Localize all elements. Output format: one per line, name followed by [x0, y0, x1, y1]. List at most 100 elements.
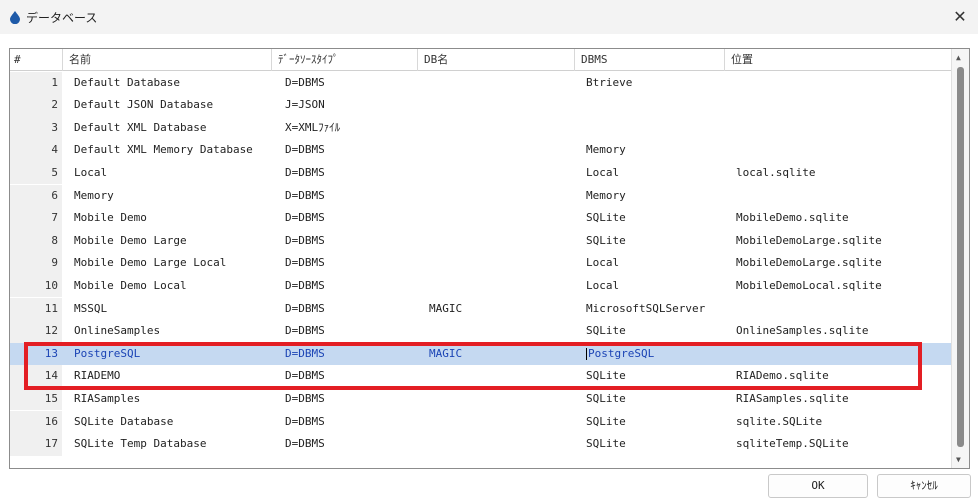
cell-name[interactable]: Default XML Database	[74, 117, 206, 140]
cell-name[interactable]: SQLite Database	[74, 411, 173, 434]
cell-row-number: 12	[10, 320, 62, 343]
cancel-button[interactable]: ｷｬﾝｾﾙ	[877, 474, 971, 498]
cell-dbms[interactable]: Local	[586, 252, 619, 275]
table-row[interactable]: 14 RIADEMO D=DBMS SQLite RIADemo.sqlite	[10, 365, 952, 388]
cell-name[interactable]: SQLite Temp Database	[74, 433, 206, 456]
cell-location[interactable]: RIADemo.sqlite	[736, 365, 829, 388]
cell-dbms[interactable]: MicrosoftSQLServer	[586, 298, 705, 321]
close-icon[interactable]: ✕	[942, 0, 978, 34]
cell-datasource-type[interactable]: D=DBMS	[285, 388, 325, 411]
cell-datasource-type[interactable]: X=XMLﾌｧｲﾙ	[285, 117, 340, 140]
table-row[interactable]: 13 PostgreSQL D=DBMS MAGIC PostgreSQL	[10, 342, 952, 366]
table-row[interactable]: 11 MSSQL D=DBMS MAGIC MicrosoftSQLServer	[10, 297, 952, 321]
table-row[interactable]: 7 Mobile Demo D=DBMS SQLite MobileDemo.sqlit…	[10, 207, 952, 230]
cell-datasource-type[interactable]: D=DBMS	[285, 230, 325, 253]
vertical-scrollbar[interactable]: ▲ ▼	[951, 49, 969, 468]
table-row[interactable]: 15 RIASamples D=DBMS SQLite RIASamples.sqlit…	[10, 387, 952, 411]
cell-datasource-type[interactable]: D=DBMS	[285, 252, 325, 275]
cell-datasource-type[interactable]: J=JSON	[285, 94, 325, 117]
column-header-datasource-type[interactable]: ﾃﾞｰﾀｿｰｽﾀｲﾌﾟ	[271, 49, 417, 71]
cell-db-name[interactable]: MAGIC	[429, 298, 462, 321]
cell-row-number: 15	[10, 387, 62, 411]
table-row[interactable]: 9 Mobile Demo Large Local D=DBMS Local Mobil…	[10, 252, 952, 275]
scrollbar-thumb[interactable]	[957, 67, 964, 447]
cell-name[interactable]: Memory	[74, 185, 114, 208]
cell-location[interactable]: MobileDemo.sqlite	[736, 207, 849, 230]
scroll-down-arrow-icon[interactable]: ▼	[956, 455, 961, 464]
cell-dbms[interactable]: SQLite	[586, 230, 626, 253]
cell-location[interactable]: OnlineSamples.sqlite	[736, 320, 868, 343]
cell-dbms[interactable]: SQLite	[586, 433, 626, 456]
cell-row-number: 2	[10, 94, 62, 117]
table-row[interactable]: 4 Default XML Memory Database D=DBMS Memory	[10, 139, 952, 162]
cell-name[interactable]: PostgreSQL	[74, 343, 140, 366]
cell-datasource-type[interactable]: D=DBMS	[285, 343, 325, 366]
cell-name[interactable]: Default Database	[74, 72, 180, 95]
cell-location[interactable]: MobileDemoLocal.sqlite	[736, 275, 882, 298]
cell-location[interactable]: sqliteTemp.SQLite	[736, 433, 849, 456]
cell-dbms[interactable]: Local	[586, 162, 619, 185]
cell-datasource-type[interactable]: D=DBMS	[285, 365, 325, 388]
cell-row-number: 9	[10, 252, 62, 275]
cell-datasource-type[interactable]: D=DBMS	[285, 207, 325, 230]
cell-datasource-type[interactable]: D=DBMS	[285, 433, 325, 456]
cell-datasource-type[interactable]: D=DBMS	[285, 185, 325, 208]
cell-location[interactable]: local.sqlite	[736, 162, 815, 185]
column-header-db-name[interactable]: DB名	[417, 49, 574, 71]
cell-name[interactable]: RIADEMO	[74, 365, 120, 388]
cell-datasource-type[interactable]: D=DBMS	[285, 72, 325, 95]
table-row[interactable]: 2 Default JSON Database J=JSON	[10, 94, 952, 117]
cell-name[interactable]: Mobile Demo Large	[74, 230, 187, 253]
cell-location[interactable]: MobileDemoLarge.sqlite	[736, 230, 882, 253]
table-row[interactable]: 16 SQLite Database D=DBMS SQLite sqlite.SQLi…	[10, 410, 952, 434]
text-cursor	[586, 347, 587, 360]
column-header-name[interactable]: 名前	[62, 49, 271, 71]
cell-name[interactable]: Local	[74, 162, 107, 185]
cell-row-number: 13	[10, 342, 62, 366]
cell-row-number: 11	[10, 297, 62, 321]
cell-name[interactable]: Mobile Demo Local	[74, 275, 187, 298]
cell-dbms[interactable]: Local	[586, 275, 619, 298]
table-row[interactable]: 8 Mobile Demo Large D=DBMS SQLite MobileDemo…	[10, 229, 952, 253]
table-row[interactable]: 10 Mobile Demo Local D=DBMS Local MobileDemo…	[10, 274, 952, 298]
cell-row-number: 5	[10, 161, 62, 185]
cell-datasource-type[interactable]: D=DBMS	[285, 298, 325, 321]
cell-dbms[interactable]: SQLite	[586, 411, 626, 434]
cell-location[interactable]: RIASamples.sqlite	[736, 388, 849, 411]
cell-dbms[interactable]: SQLite	[586, 365, 626, 388]
table-row[interactable]: 17 SQLite Temp Database D=DBMS SQLite sqlite…	[10, 433, 952, 456]
cell-name[interactable]: MSSQL	[74, 298, 107, 321]
table-row[interactable]: 5 Local D=DBMS Local local.sqlite	[10, 161, 952, 185]
cell-dbms[interactable]: Memory	[586, 139, 626, 162]
cell-name[interactable]: Mobile Demo Large Local	[74, 252, 226, 275]
cell-dbms[interactable]: SQLite	[586, 207, 626, 230]
cell-datasource-type[interactable]: D=DBMS	[285, 411, 325, 434]
table-row[interactable]: 1 Default Database D=DBMS Btrieve	[10, 71, 952, 95]
column-header-dbms[interactable]: DBMS	[574, 49, 724, 71]
cell-name[interactable]: OnlineSamples	[74, 320, 160, 343]
cell-dbms[interactable]: PostgreSQL	[586, 343, 654, 366]
column-header-number[interactable]: #	[10, 49, 62, 71]
cell-datasource-type[interactable]: D=DBMS	[285, 162, 325, 185]
table-row[interactable]: 3 Default XML Database X=XMLﾌｧｲﾙ	[10, 116, 952, 140]
cell-dbms[interactable]: SQLite	[586, 388, 626, 411]
table-row[interactable]: 6 Memory D=DBMS Memory	[10, 184, 952, 208]
cell-dbms[interactable]: Memory	[586, 185, 626, 208]
ok-button[interactable]: OK	[768, 474, 868, 498]
cell-name[interactable]: Default XML Memory Database	[74, 139, 253, 162]
cell-datasource-type[interactable]: D=DBMS	[285, 275, 325, 298]
cell-datasource-type[interactable]: D=DBMS	[285, 320, 325, 343]
table-row[interactable]: 12 OnlineSamples D=DBMS SQLite OnlineSamples…	[10, 320, 952, 343]
cell-name[interactable]: Default JSON Database	[74, 94, 213, 117]
cell-location[interactable]: MobileDemoLarge.sqlite	[736, 252, 882, 275]
cell-location[interactable]: sqlite.SQLite	[736, 411, 822, 434]
cell-dbms[interactable]: SQLite	[586, 320, 626, 343]
cell-dbms[interactable]: Btrieve	[586, 72, 632, 95]
cell-datasource-type[interactable]: D=DBMS	[285, 139, 325, 162]
cell-name[interactable]: RIASamples	[74, 388, 140, 411]
cell-db-name[interactable]: MAGIC	[429, 343, 462, 366]
scroll-up-arrow-icon[interactable]: ▲	[956, 53, 961, 62]
column-header-location[interactable]: 位置	[724, 49, 952, 71]
grid-header: # 名前 ﾃﾞｰﾀｿｰｽﾀｲﾌﾟ DB名 DBMS 位置	[10, 49, 952, 71]
cell-name[interactable]: Mobile Demo	[74, 207, 147, 230]
